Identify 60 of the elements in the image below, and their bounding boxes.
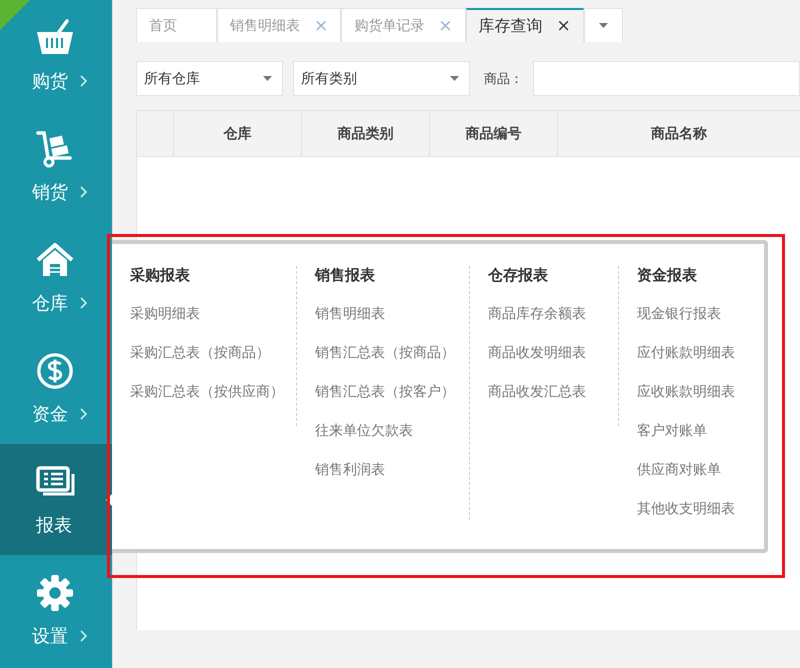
product-label: 商品：	[484, 70, 523, 88]
menu-item[interactable]: 应收账款明细表	[637, 383, 735, 405]
category-dropdown[interactable]: 所有类别	[293, 61, 470, 96]
menu-item[interactable]: 采购汇总表（按供应商）	[130, 383, 296, 405]
menu-item[interactable]: 销售明细表	[315, 305, 469, 327]
caret-icon	[450, 76, 459, 81]
menu-group-title: 采购报表	[130, 266, 191, 286]
tab[interactable]: 首页	[136, 8, 217, 42]
menu-item[interactable]: 客户对账单	[637, 422, 735, 444]
nav-label: 报表	[36, 514, 72, 536]
nav-item[interactable]: 销货	[0, 111, 112, 222]
dollar-icon	[35, 352, 75, 390]
nav-label: 销货	[32, 180, 68, 204]
tab[interactable]: 购货单记录 ×	[341, 8, 466, 42]
column-header: 仓库	[174, 111, 302, 156]
tab[interactable]: 库存查询 ×	[466, 8, 584, 42]
warehouse-dropdown[interactable]: 所有仓库	[136, 61, 283, 96]
chevron-right-icon	[80, 630, 88, 642]
corner-ribbon	[0, 0, 30, 30]
chevron-right-icon	[80, 296, 88, 308]
column-header: 商品类别	[302, 111, 430, 156]
nav-label: 仓库	[32, 292, 68, 314]
column-header: 商品名称	[650, 124, 708, 144]
caret-icon	[598, 23, 608, 28]
menu-item[interactable]: 其他收支明细表	[637, 500, 735, 522]
menu-item[interactable]: 商品收发汇总表	[488, 383, 618, 405]
menu-item[interactable]: 采购明细表	[130, 305, 296, 327]
menu-item[interactable]: 销售汇总表（按商品）	[315, 344, 469, 366]
menu-item[interactable]: 供应商对账单	[637, 461, 735, 483]
house-icon	[35, 240, 75, 278]
menu-item[interactable]: 销售汇总表（按客户）	[315, 383, 469, 405]
menu-item[interactable]: 商品收发明细表	[488, 344, 618, 366]
chevron-right-icon	[80, 186, 88, 198]
column-header: 商品编号	[430, 111, 558, 156]
nav-item[interactable]: 仓库	[0, 222, 112, 333]
tab-menu-button[interactable]	[584, 8, 623, 42]
menu-item[interactable]: 往来单位欠款表	[315, 422, 469, 444]
nav-item[interactable]: 设置	[0, 555, 112, 666]
menu-group-title: 资金报表	[637, 266, 698, 286]
nav-label: 设置	[32, 624, 68, 648]
chevron-right-icon	[80, 74, 88, 86]
product-input[interactable]	[533, 61, 800, 96]
nav-label: 购货	[32, 70, 68, 92]
nav-label: 资金	[32, 402, 68, 426]
menu-item[interactable]: 销售利润表	[315, 461, 469, 483]
settings-icon	[35, 574, 75, 612]
caret-icon	[263, 76, 272, 81]
tab[interactable]: 销售明细表 ×	[217, 8, 342, 42]
menu-item[interactable]: 应付账款明细表	[637, 344, 735, 366]
close-icon[interactable]: ×	[556, 16, 571, 36]
nav-item[interactable]: 资金	[0, 333, 112, 444]
nav-item[interactable]: 购货	[0, 0, 112, 111]
menu-group-title: 销售报表	[315, 266, 376, 286]
menu-item[interactable]: 现金银行报表	[637, 305, 735, 327]
menu-item[interactable]: 商品库存余额表	[488, 305, 618, 327]
chevron-right-icon	[80, 408, 88, 420]
basket-icon	[35, 18, 75, 56]
menu-group-title: 仓存报表	[488, 266, 549, 286]
nav-item[interactable]: 报表	[0, 444, 112, 555]
menu-item[interactable]: 采购汇总表（按商品）	[130, 344, 296, 366]
